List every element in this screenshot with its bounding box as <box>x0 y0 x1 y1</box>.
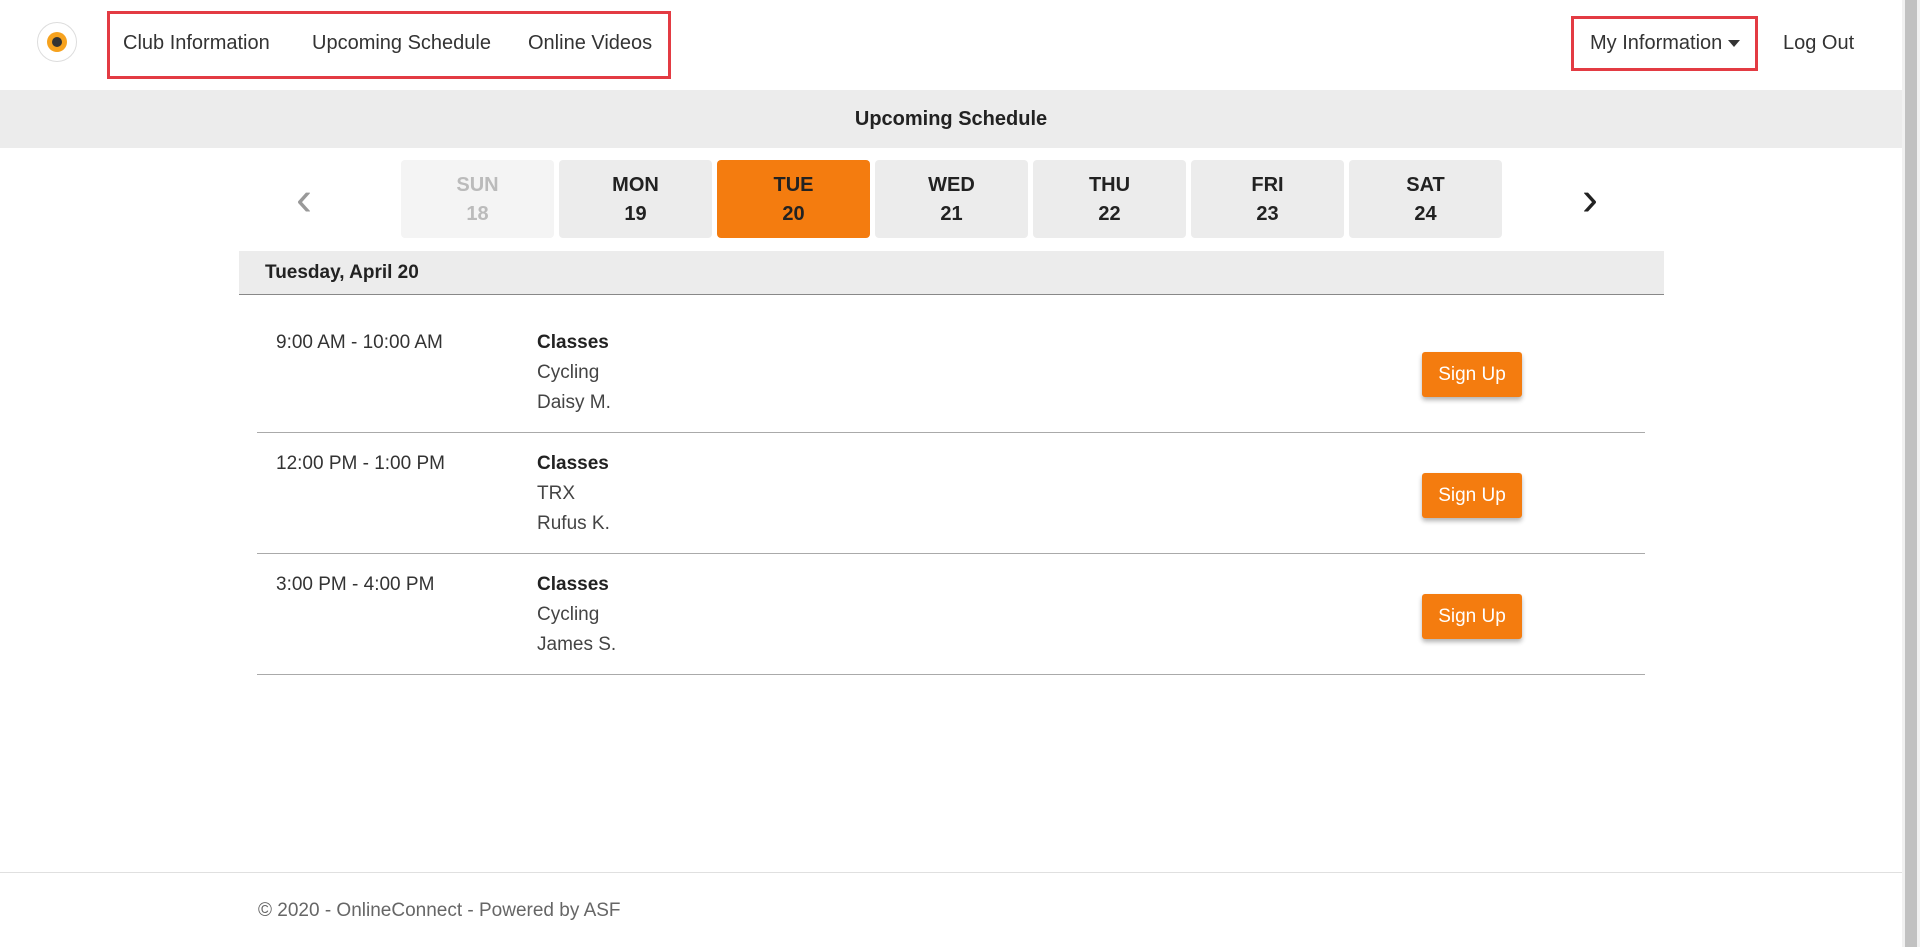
day-tab-tue[interactable]: TUE 20 <box>717 160 870 238</box>
footer-copyright: © 2020 - OnlineConnect - Powered by ASF <box>258 900 621 921</box>
sign-up-button[interactable]: Sign Up <box>1422 594 1522 639</box>
sign-up-button[interactable]: Sign Up <box>1422 473 1522 518</box>
log-out-link[interactable]: Log Out <box>1783 32 1854 55</box>
day-number: 19 <box>624 203 647 225</box>
footer: © 2020 - OnlineConnect - Powered by ASF <box>0 872 1902 947</box>
day-name: MON <box>612 174 659 196</box>
day-tab-fri[interactable]: FRI 23 <box>1191 160 1344 238</box>
chevron-right-icon[interactable]: › <box>1582 176 1598 224</box>
day-number: 21 <box>940 203 963 225</box>
day-name: WED <box>928 174 975 196</box>
session-instructor: Rufus K. <box>537 513 610 534</box>
day-name: SUN <box>456 174 499 196</box>
day-name: THU <box>1088 174 1131 196</box>
session-category: Classes <box>537 453 609 474</box>
session-row: 12:00 PM - 1:00 PM Classes TRX Rufus K. Sign… <box>257 433 1645 554</box>
session-category: Classes <box>537 574 609 595</box>
session-time: 12:00 PM - 1:00 PM <box>276 453 445 474</box>
session-time: 9:00 AM - 10:00 AM <box>276 332 443 353</box>
caret-down-icon <box>1728 40 1741 48</box>
schedule-header: Upcoming Schedule <box>0 90 1902 148</box>
sign-up-button[interactable]: Sign Up <box>1422 352 1522 397</box>
selected-date-label: Tuesday, April 20 <box>239 251 1664 295</box>
session-instructor: James S. <box>537 634 617 655</box>
session-row: 9:00 AM - 10:00 AM Classes Cycling Daisy M.… <box>257 312 1645 433</box>
session-name: TRX <box>537 483 575 504</box>
session-instructor: Daisy M. <box>537 392 611 413</box>
page-scrollbar[interactable] <box>1902 0 1920 947</box>
nav-club-information[interactable]: Club Information <box>123 32 270 55</box>
my-information-dropdown[interactable]: My Information <box>1590 32 1741 55</box>
day-tab-sat[interactable]: SAT 24 <box>1349 160 1502 238</box>
day-number: 20 <box>782 203 805 225</box>
session-name: Cycling <box>537 362 600 383</box>
club-logo[interactable] <box>37 22 77 62</box>
day-number: 23 <box>1256 203 1279 225</box>
session-name: Cycling <box>537 604 600 625</box>
day-tab-mon[interactable]: MON 19 <box>559 160 712 238</box>
session-row: 3:00 PM - 4:00 PM Classes Cycling James S. S… <box>257 554 1645 675</box>
nav-upcoming-schedule[interactable]: Upcoming Schedule <box>312 32 491 55</box>
day-number: 24 <box>1414 203 1437 225</box>
chevron-left-icon[interactable]: ‹ <box>296 176 312 224</box>
day-tab-sun[interactable]: SUN 18 <box>401 160 554 238</box>
day-number: 22 <box>1098 203 1121 225</box>
day-number: 18 <box>466 203 489 225</box>
session-time: 3:00 PM - 4:00 PM <box>276 574 435 595</box>
session-category: Classes <box>537 332 609 353</box>
nav-online-videos[interactable]: Online Videos <box>528 32 652 55</box>
day-name: SAT <box>1406 174 1445 196</box>
day-name: TUE <box>773 174 814 196</box>
scrollbar-thumb[interactable] <box>1905 0 1917 947</box>
day-tab-thu[interactable]: THU 22 <box>1033 160 1186 238</box>
top-navbar: Club Information Upcoming Schedule Onlin… <box>0 0 1902 90</box>
my-information-label: My Information <box>1590 32 1723 54</box>
day-name: FRI <box>1251 174 1284 196</box>
day-tab-wed[interactable]: WED 21 <box>875 160 1028 238</box>
